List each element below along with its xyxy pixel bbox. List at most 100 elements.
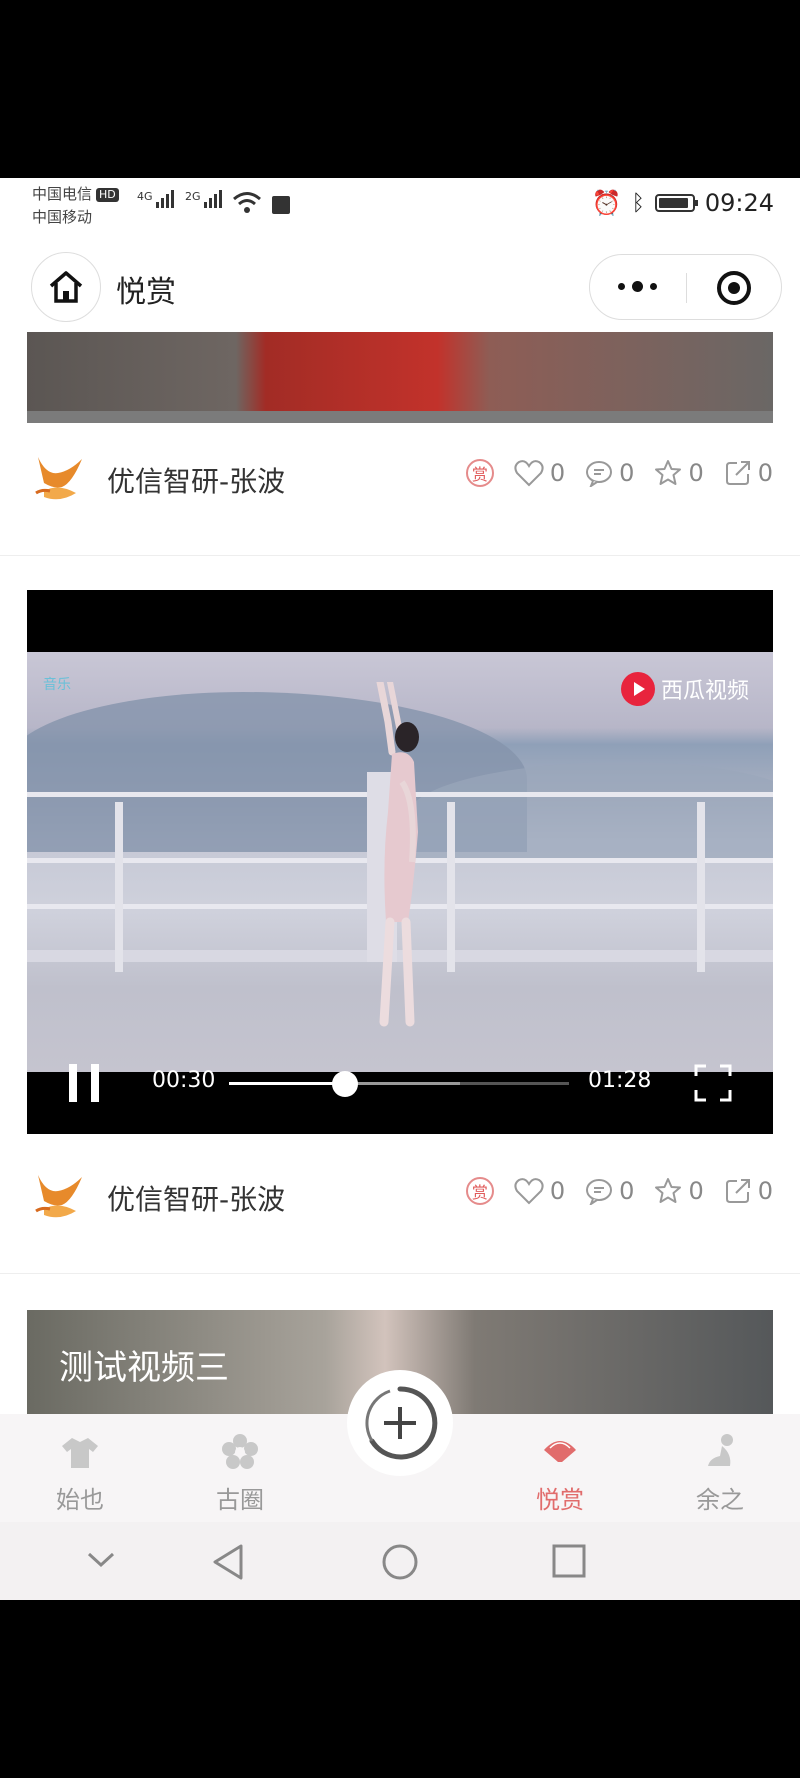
wifi-icon <box>232 190 262 220</box>
chevron-down-icon[interactable] <box>86 1550 116 1570</box>
post-3-title: 测试视频三 <box>59 1348 229 1388</box>
alarm-icon: ⏰ <box>591 189 622 217</box>
post-2-footer: 优信智研-张波 赏 0 0 0 0 <box>27 1163 773 1227</box>
like-count: 0 <box>549 1177 566 1205</box>
star-icon <box>655 1178 682 1203</box>
status-right: ⏰ ᛒ 09:24 <box>592 188 774 218</box>
duration: 01:28 <box>588 1068 652 1093</box>
comment-icon <box>586 461 613 487</box>
tab-yuzhi[interactable]: 余之 <box>670 1432 770 1515</box>
star-icon <box>655 460 682 485</box>
share-icon <box>725 1179 750 1203</box>
author-name[interactable]: 优信智研-张波 <box>107 460 285 500</box>
share-button[interactable]: 0 <box>724 1177 773 1205</box>
comment-count: 0 <box>619 1177 635 1205</box>
xigua-watermark: 西瓜视频 <box>620 672 749 706</box>
system-nav-bar <box>0 1522 800 1600</box>
recents-icon[interactable] <box>551 1543 587 1579</box>
scene-post <box>697 802 705 972</box>
heart-icon <box>514 1178 544 1205</box>
pause-icon <box>69 1064 77 1102</box>
signal-2-icon: 2G <box>185 190 224 208</box>
reward-button[interactable]: 赏 <box>465 1177 494 1205</box>
network-type-1: 4G <box>137 190 153 203</box>
favorite-count: 0 <box>688 1177 704 1205</box>
bluetooth-icon: ᛒ <box>631 190 645 216</box>
target-icon[interactable] <box>717 271 751 305</box>
watermark-text: 西瓜视频 <box>660 679 749 704</box>
hd-badge: HD <box>96 187 119 202</box>
tab-label: 始也 <box>56 1486 104 1514</box>
capsule-divider <box>686 273 687 303</box>
heart-icon <box>514 460 544 487</box>
status-bar: 中国电信 HD 中国移动 4G 2G ⏰ ᛒ 09:24 <box>0 178 800 242</box>
plus-circle-icon <box>365 1386 438 1460</box>
post-actions: 赏 0 0 0 0 <box>465 459 773 487</box>
figure-icon <box>708 1434 733 1466</box>
tab-bar: 始也 古圈 悦赏 余之 <box>0 1370 800 1522</box>
comment-icon <box>586 1179 613 1205</box>
fullscreen-icon[interactable] <box>694 1064 732 1102</box>
carrier-2: 中国移动 <box>32 208 93 226</box>
favorite-button[interactable]: 0 <box>654 1177 704 1205</box>
publish-button[interactable] <box>347 1370 453 1476</box>
tab-shiye[interactable]: 始也 <box>30 1432 130 1515</box>
xigua-logo-icon <box>620 672 655 706</box>
current-time: 00:30 <box>152 1068 216 1093</box>
author-name[interactable]: 优信智研-张波 <box>107 1178 285 1218</box>
home-button[interactable] <box>31 252 101 322</box>
network-type-2: 2G <box>185 190 201 203</box>
video-controls: 00:30 01:28 <box>27 1064 773 1134</box>
clock: 09:24 <box>704 189 774 217</box>
video-frame[interactable]: 音乐 西瓜视频 <box>27 652 773 1072</box>
battery-fill <box>658 198 688 208</box>
flower-icon <box>222 1434 258 1469</box>
tab-label: 悦赏 <box>536 1486 584 1514</box>
fan-icon <box>544 1441 576 1462</box>
home-circle-icon[interactable] <box>381 1543 419 1581</box>
comment-button[interactable]: 0 <box>585 1177 634 1205</box>
favorite-button[interactable]: 0 <box>654 459 704 487</box>
page-title: 悦赏 <box>116 275 176 310</box>
shirt-icon <box>62 1438 98 1468</box>
phone-screen: 中国电信 HD 中国移动 4G 2G ⏰ ᛒ 09:24 悦赏 优信智研-张波 … <box>0 178 800 1600</box>
tab-label: 余之 <box>696 1486 744 1514</box>
back-icon[interactable] <box>211 1543 245 1581</box>
post-actions: 赏 0 0 0 0 <box>465 1177 773 1205</box>
notification-icon <box>272 196 290 214</box>
share-icon <box>725 461 750 485</box>
avatar[interactable] <box>32 1171 88 1221</box>
played-bar <box>229 1082 345 1085</box>
post-1-thumbnail[interactable] <box>27 332 773 423</box>
progress-track[interactable] <box>229 1071 569 1097</box>
post-separator <box>0 1273 800 1274</box>
post-1-footer: 优信智研-张波 赏 0 0 0 0 <box>27 445 773 509</box>
carrier-info: 中国电信 HD 中国移动 <box>32 183 119 229</box>
comment-button[interactable]: 0 <box>585 459 634 487</box>
title-bar: 悦赏 <box>0 242 800 332</box>
tab-label: 古圈 <box>216 1486 264 1514</box>
video-player[interactable]: 音乐 西瓜视频 00:30 01:28 <box>27 590 773 1134</box>
like-button[interactable]: 0 <box>514 459 565 487</box>
share-count: 0 <box>757 1177 773 1205</box>
pause-button[interactable] <box>69 1064 99 1102</box>
carrier-1: 中国电信 <box>32 185 93 203</box>
mini-program-capsule <box>589 254 782 320</box>
tab-yueshang[interactable]: 悦赏 <box>510 1432 610 1515</box>
comment-count: 0 <box>619 459 635 487</box>
share-button[interactable]: 0 <box>724 459 773 487</box>
like-button[interactable]: 0 <box>514 1177 565 1205</box>
more-dots-icon[interactable] <box>618 281 657 292</box>
tab-guquan[interactable]: 古圈 <box>190 1432 290 1515</box>
dancer-figure <box>376 682 419 1027</box>
home-icon <box>49 271 83 303</box>
reward-button[interactable]: 赏 <box>465 459 494 487</box>
favorite-count: 0 <box>688 459 704 487</box>
scene-post <box>447 802 455 972</box>
corner-logo: 音乐 <box>43 677 71 693</box>
post-separator <box>0 555 800 556</box>
share-count: 0 <box>757 459 773 487</box>
progress-handle[interactable] <box>331 1071 358 1097</box>
like-count: 0 <box>549 459 566 487</box>
avatar[interactable] <box>32 453 88 503</box>
